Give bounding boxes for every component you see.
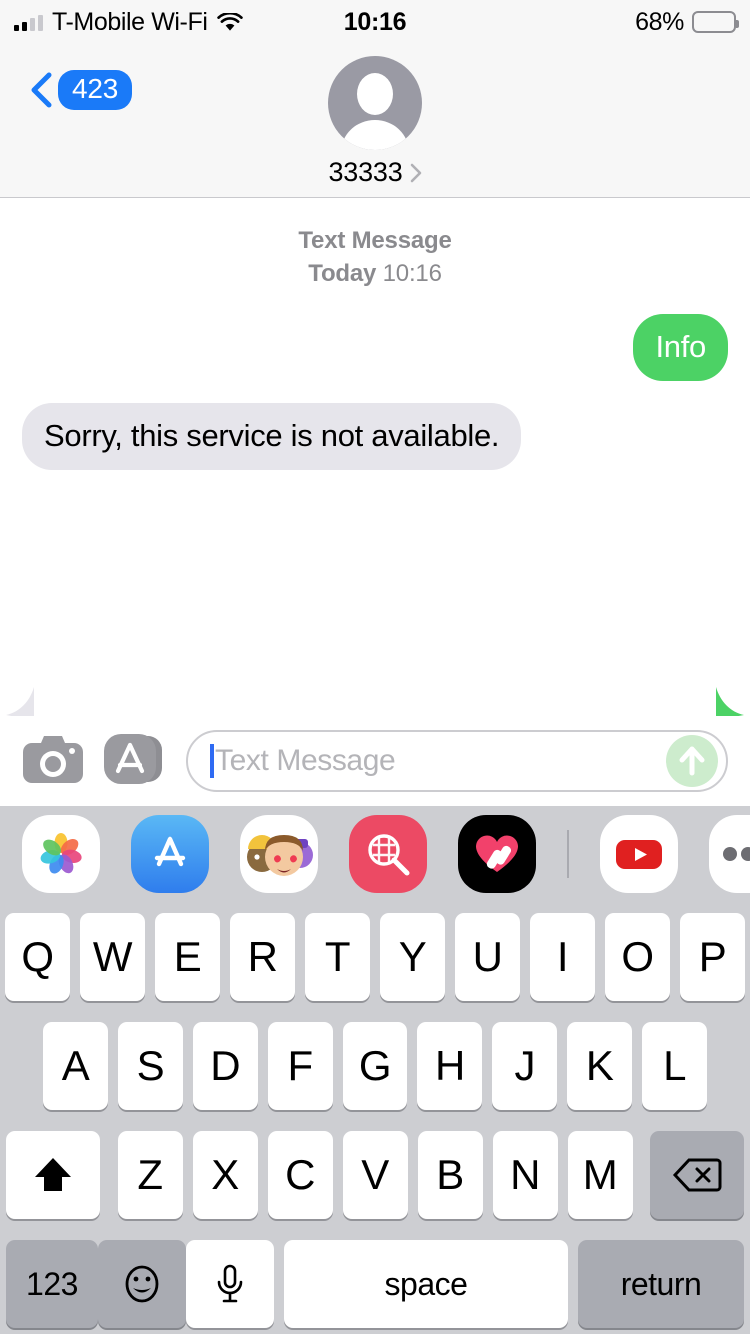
key-w[interactable]: W <box>80 913 145 1001</box>
youtube-app-icon[interactable] <box>600 814 678 893</box>
wifi-icon <box>216 11 243 32</box>
message-bubble-incoming[interactable]: Sorry, this service is not available. <box>22 403 522 471</box>
key-u[interactable]: U <box>455 913 520 1001</box>
camera-icon[interactable] <box>22 733 84 790</box>
app-store-app-icon[interactable] <box>131 814 209 893</box>
key-j[interactable]: J <box>492 1022 558 1110</box>
send-arrow-up-icon <box>679 746 705 776</box>
status-bar: T-Mobile Wi-Fi 10:16 68% <box>0 0 750 44</box>
message-row-outgoing: Info <box>0 314 750 716</box>
key-x[interactable]: X <box>192 1131 258 1219</box>
key-i[interactable]: I <box>530 913 595 1001</box>
chevron-right-icon <box>410 163 422 183</box>
key-m[interactable]: M <box>567 1131 633 1219</box>
text-cursor <box>210 744 214 778</box>
bubble-tail-outgoing <box>708 683 744 716</box>
message-row-incoming: Sorry, this service is not available. <box>0 403 750 716</box>
space-key[interactable]: space <box>284 1240 568 1328</box>
key-z[interactable]: Z <box>117 1131 183 1219</box>
imessage-app-drawer <box>0 806 750 901</box>
message-text-field[interactable]: Text Message <box>186 730 728 792</box>
key-g[interactable]: G <box>342 1022 408 1110</box>
drawer-divider <box>567 829 569 878</box>
key-c[interactable]: C <box>267 1131 333 1219</box>
key-h[interactable]: H <box>417 1022 483 1110</box>
on-screen-keyboard: Q W E R T Y U I O P A S D F G H J K L Z … <box>0 901 750 1334</box>
dictation-key[interactable] <box>186 1240 274 1328</box>
thread-time-label: 10:16 <box>382 260 442 288</box>
message-input-placeholder: Text Message <box>215 744 396 777</box>
key-y[interactable]: Y <box>380 913 445 1001</box>
thread-timestamp-divider: Text Message Today 10:16 <box>0 224 750 314</box>
battery-icon <box>692 11 739 33</box>
navigation-bar: 423 33333 <box>0 44 750 198</box>
person-placeholder-avatar <box>328 56 422 150</box>
app-store-icon[interactable] <box>102 731 168 792</box>
heart-bandage-app-icon[interactable] <box>458 814 536 893</box>
microphone-icon <box>217 1264 243 1303</box>
key-q[interactable]: Q <box>5 913 70 1001</box>
emoji-smiley-icon <box>125 1265 159 1303</box>
contact-name-row: 33333 <box>328 157 421 188</box>
shift-key[interactable] <box>6 1131 100 1219</box>
numbers-key[interactable]: 123 <box>6 1240 98 1328</box>
return-key[interactable]: return <box>578 1240 744 1328</box>
key-o[interactable]: O <box>605 913 670 1001</box>
memoji-stickers-app-icon[interactable] <box>240 814 318 893</box>
photos-app-icon[interactable] <box>22 814 100 893</box>
key-r[interactable]: R <box>230 913 295 1001</box>
message-thread: Text Message Today 10:16 Info Sorry, thi… <box>0 198 750 716</box>
keyboard-row-4: 123 space return <box>0 1240 750 1328</box>
thread-day-label: Today <box>308 260 377 288</box>
backspace-delete-icon <box>672 1158 722 1192</box>
message-bubble-outgoing[interactable]: Info <box>633 314 728 382</box>
key-k[interactable]: K <box>567 1022 633 1110</box>
key-l[interactable]: L <box>642 1022 708 1110</box>
shift-up-arrow-icon <box>35 1158 71 1191</box>
carrier-label: T-Mobile Wi-Fi <box>52 7 208 36</box>
key-a[interactable]: A <box>43 1022 108 1110</box>
key-b[interactable]: B <box>417 1131 483 1219</box>
keyboard-row-1: Q W E R T Y U I O P <box>0 913 750 1001</box>
keyboard-row-3-letters: Z X C V B N M <box>113 1131 638 1219</box>
key-t[interactable]: T <box>305 913 370 1001</box>
more-dots-app-icon[interactable] <box>709 814 750 893</box>
send-button[interactable] <box>666 735 718 787</box>
message-input-toolbar: Text Message <box>0 716 750 806</box>
key-s[interactable]: S <box>117 1022 183 1110</box>
key-f[interactable]: F <box>267 1022 333 1110</box>
keyboard-row-2: A S D F G H J K L <box>0 1022 750 1110</box>
images-search-app-icon[interactable] <box>349 814 427 893</box>
status-bar-right: 68% <box>635 7 739 37</box>
thread-service-label: Text Message <box>298 227 452 254</box>
thread-date-label: Today 10:16 <box>0 257 750 290</box>
battery-percent-label: 68% <box>635 7 684 36</box>
key-d[interactable]: D <box>192 1022 258 1110</box>
contact-header[interactable]: 33333 <box>0 56 750 188</box>
cellular-signal-icon <box>14 14 43 31</box>
contact-name: 33333 <box>328 157 403 187</box>
messages-conversation-screen: T-Mobile Wi-Fi 10:16 68% 423 33333 Text … <box>0 0 750 1334</box>
key-p[interactable]: P <box>680 913 745 1001</box>
status-bar-left: T-Mobile Wi-Fi <box>14 8 243 37</box>
emoji-key[interactable] <box>98 1240 186 1328</box>
bubble-tail-incoming <box>6 683 42 716</box>
key-e[interactable]: E <box>155 913 220 1001</box>
key-v[interactable]: V <box>342 1131 408 1219</box>
keyboard-row-3: Z X C V B N M <box>0 1131 750 1219</box>
key-n[interactable]: N <box>492 1131 558 1219</box>
backspace-key[interactable] <box>650 1131 744 1219</box>
